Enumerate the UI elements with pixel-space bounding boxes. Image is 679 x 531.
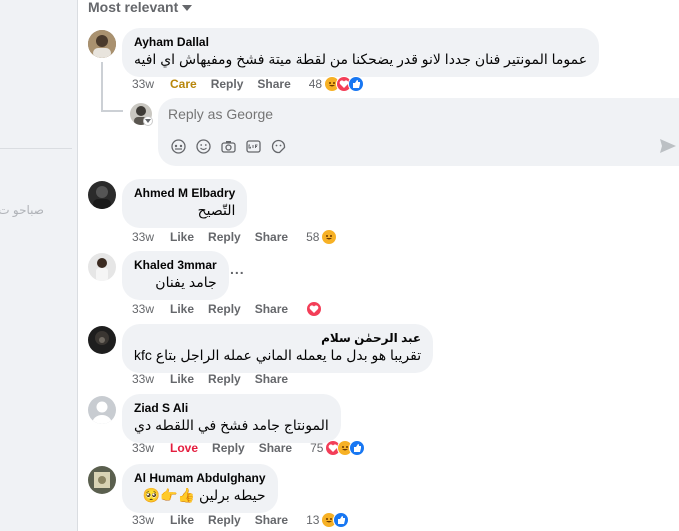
like-icon xyxy=(349,440,366,456)
reply-button[interactable]: Reply xyxy=(208,230,241,244)
comment-text: جامد يفنان xyxy=(155,274,217,290)
share-button[interactable]: Share xyxy=(257,77,290,91)
sort-dropdown[interactable]: Most relevant xyxy=(88,0,193,15)
react-button[interactable]: Love xyxy=(170,441,198,455)
comment-bubble: Ahmed M Elbadry التّصيح xyxy=(122,179,248,228)
reply-button[interactable]: Reply xyxy=(211,77,244,91)
share-button[interactable]: Share xyxy=(255,513,288,527)
comment-bubble: عبد الرحمٰن سلام تقريبا هو بدل ما يعمله … xyxy=(122,324,434,373)
reaction-count[interactable]: 48 xyxy=(308,76,365,92)
reply-button[interactable]: Reply xyxy=(208,302,241,316)
share-button[interactable]: Share xyxy=(255,372,288,386)
reply-button[interactable]: Reply xyxy=(208,372,241,386)
avatar[interactable] xyxy=(88,396,116,424)
avatar[interactable] xyxy=(88,30,116,58)
comment-actions: 33w Like Reply Share xyxy=(132,372,302,386)
comment-time[interactable]: 33w xyxy=(132,372,154,386)
sort-label: Most relevant xyxy=(88,0,179,15)
comment-time[interactable]: 33w xyxy=(132,513,154,527)
share-button[interactable]: Share xyxy=(259,441,292,455)
reaction-count[interactable]: 13 xyxy=(306,512,350,528)
thread-connector xyxy=(101,110,123,112)
comment-bubble: Al Humam Abdulghany حيطه برلين 👍👉🥺 xyxy=(122,464,278,513)
share-button[interactable]: Share xyxy=(255,302,288,316)
comment-author[interactable]: عبد الرحمٰن سلام xyxy=(134,330,421,346)
like-button[interactable]: Like xyxy=(170,302,194,316)
thread-line xyxy=(101,62,103,112)
more-options-button[interactable]: ... xyxy=(230,261,245,277)
sticker-icon[interactable] xyxy=(270,138,287,155)
reaction-count[interactable]: 75 xyxy=(310,440,366,456)
send-icon[interactable] xyxy=(659,138,677,159)
comment-author[interactable]: Khaled 3mmar xyxy=(134,257,217,273)
comment-text: المونتاج جامد فشخ في اللقطه دي xyxy=(134,417,329,433)
share-button[interactable]: Share xyxy=(255,230,288,244)
comment-text: التّصيح xyxy=(197,202,236,218)
left-divider xyxy=(0,148,72,149)
like-icon xyxy=(348,76,365,92)
reply-tools xyxy=(170,138,287,155)
comment-actions: 33w Like Reply Share 13 xyxy=(132,512,350,528)
comment-text: حيطه برلين 👍👉🥺 xyxy=(142,487,266,503)
comment-actions: 33w Like Reply Share xyxy=(132,301,323,317)
comment-bubble: Khaled 3mmar جامد يفنان xyxy=(122,251,229,300)
reaction-count-value: 48 xyxy=(308,77,323,91)
reply-composer xyxy=(158,98,679,166)
emoji-icon[interactable] xyxy=(195,138,212,155)
reaction-count-value: 58 xyxy=(306,230,320,244)
comment-author[interactable]: Ziad S Ali xyxy=(134,400,329,416)
comment-author[interactable]: Al Humam Abdulghany xyxy=(134,470,266,486)
reaction-count-value: 75 xyxy=(310,441,324,455)
comment-time[interactable]: 33w xyxy=(132,77,154,91)
comment-time[interactable]: 33w xyxy=(132,441,154,455)
comment-time[interactable]: 33w xyxy=(132,230,154,244)
haha-icon xyxy=(321,229,338,245)
comment-bubble: Ayham Dallal عموما المونتير فنان جددا لا… xyxy=(122,28,600,77)
comment-actions: 33w Care Reply Share 48 xyxy=(132,76,365,92)
comment-text: عموما المونتير فنان جددا لانو قدر يضحكنا… xyxy=(134,51,588,67)
caret-down-icon xyxy=(182,5,193,11)
like-button[interactable]: Like xyxy=(170,372,194,386)
reply-button[interactable]: Reply xyxy=(208,513,241,527)
avatar[interactable] xyxy=(88,466,116,494)
comment-text: تقريبا هو بدل ما يعمله الماني عمله الراج… xyxy=(134,347,422,363)
avatar[interactable] xyxy=(88,181,116,209)
avatar[interactable] xyxy=(88,326,116,354)
reply-input[interactable] xyxy=(168,106,568,122)
comment-actions: 33w Like Reply Share 58 xyxy=(132,229,338,245)
gif-icon[interactable] xyxy=(245,138,262,155)
comments-panel: Most relevant Ayham Dallal عموما المونتي… xyxy=(78,0,679,531)
comment-bubble: Ziad S Ali المونتاج جامد فشخ في اللقطه د… xyxy=(122,394,341,443)
camera-icon[interactable] xyxy=(220,138,237,155)
avatar[interactable] xyxy=(88,253,116,281)
left-panel: صباحو ت xyxy=(0,0,78,531)
reaction-count-value: 13 xyxy=(306,513,320,527)
left-panel-partial-text: صباحو ت xyxy=(0,203,44,217)
love-icon xyxy=(306,301,323,317)
like-button[interactable]: Like xyxy=(170,230,194,244)
like-icon xyxy=(333,512,350,528)
react-button[interactable]: Care xyxy=(170,77,197,91)
comment-author[interactable]: Ahmed M Elbadry xyxy=(134,185,235,201)
like-button[interactable]: Like xyxy=(170,513,194,527)
chevron-down-icon[interactable] xyxy=(143,116,153,126)
reply-button[interactable]: Reply xyxy=(212,441,245,455)
reaction-count[interactable]: 58 xyxy=(306,229,338,245)
reaction-count[interactable] xyxy=(306,301,323,317)
comment-actions: 33w Love Reply Share 75 xyxy=(132,440,366,456)
comment-time[interactable]: 33w xyxy=(132,302,154,316)
avatar-sticker-icon[interactable] xyxy=(170,138,187,155)
comment-author[interactable]: Ayham Dallal xyxy=(134,34,587,50)
